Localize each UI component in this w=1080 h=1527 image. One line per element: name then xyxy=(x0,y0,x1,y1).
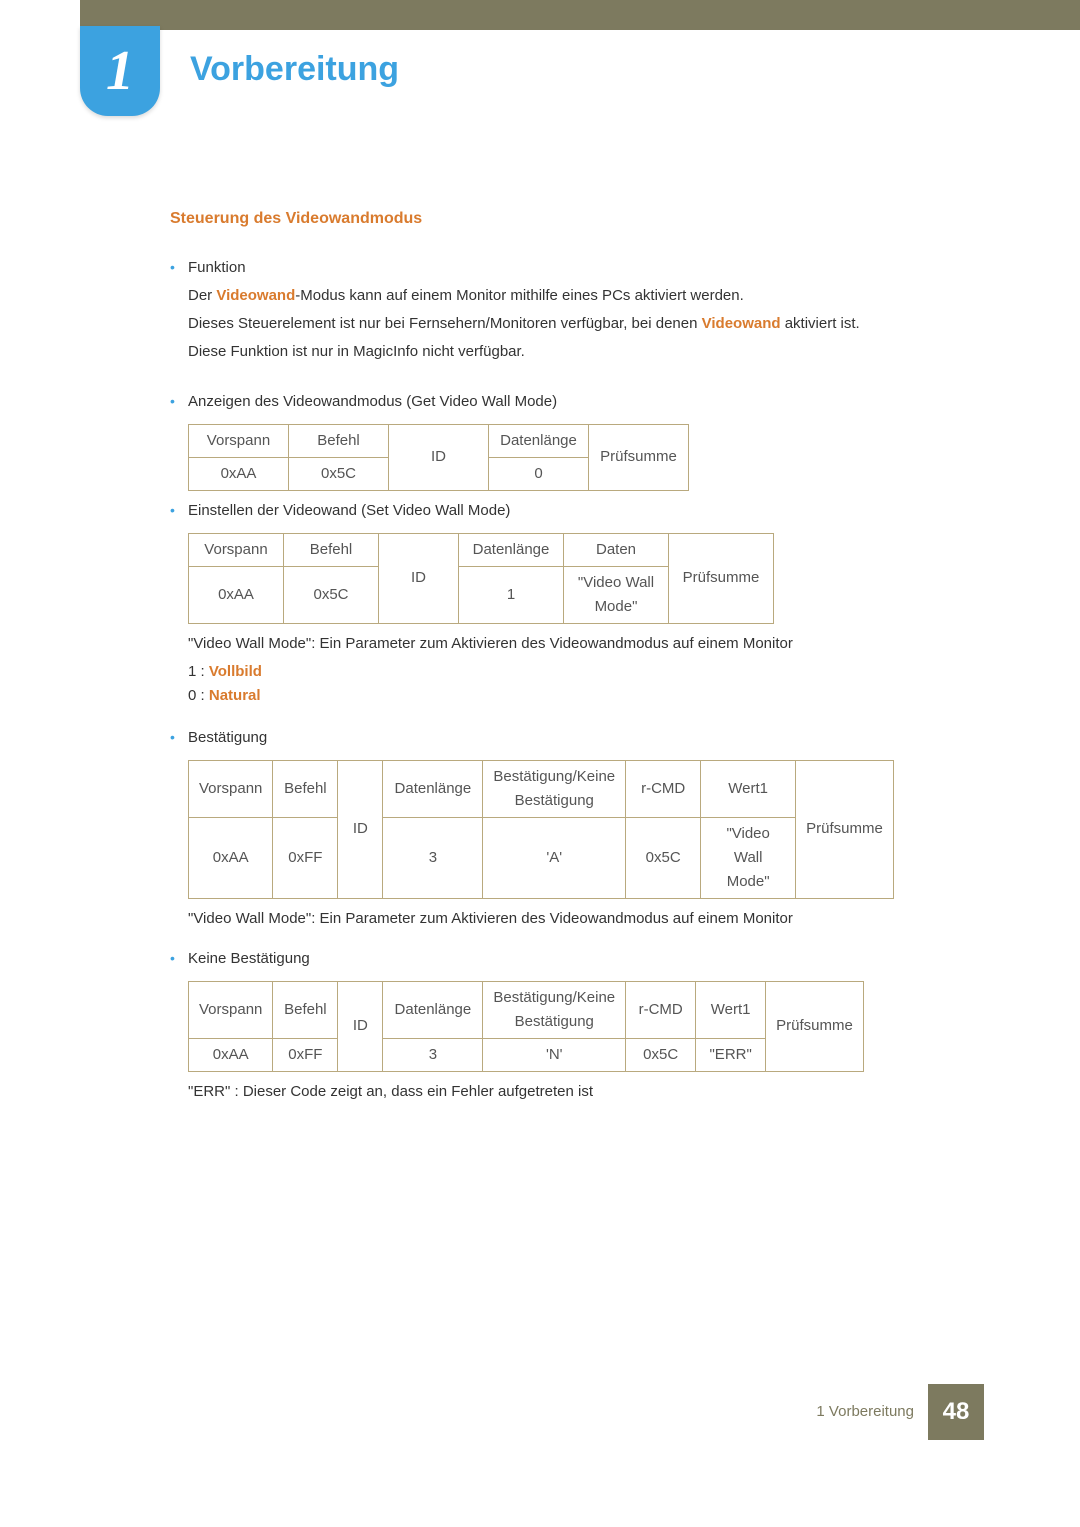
cell: 0xFF xyxy=(273,1038,338,1071)
cell: ID xyxy=(338,760,383,898)
cell: Datenlänge xyxy=(383,760,483,817)
get-mode-table: Vorspann Befehl ID Datenlänge Prüfsumme … xyxy=(188,424,689,491)
cell: 0xAA xyxy=(189,817,273,898)
cell: Datenlänge xyxy=(383,981,483,1038)
table-row: 0xAA 0xFF 3 'N' 0x5C "ERR" xyxy=(189,1038,864,1071)
set-mode-item: Einstellen der Videowand (Set Video Wall… xyxy=(188,499,960,708)
set-mode-label: Einstellen der Videowand (Set Video Wall… xyxy=(188,499,960,523)
funktion-line1: Der Videowand-Modus kann auf einem Monit… xyxy=(188,284,960,308)
cell: 'N' xyxy=(483,1038,626,1071)
cell: Bestätigung/Keine Bestätigung xyxy=(483,981,626,1038)
table-row: 0xAA 0xFF 3 'A' 0x5C "Video Wall Mode" xyxy=(189,817,894,898)
page-footer: 1 Vorbereitung 48 xyxy=(0,1384,1080,1440)
highlight-vollbild: Vollbild xyxy=(209,663,262,680)
section-title: Steuerung des Videowandmodus xyxy=(170,206,960,232)
funktion-label: Funktion xyxy=(188,256,960,280)
chapter-header: 1 Vorbereitung xyxy=(0,30,1080,116)
cell: 0x5C xyxy=(626,817,701,898)
cell: Befehl xyxy=(284,533,379,566)
cell: Datenlänge xyxy=(459,533,564,566)
text: Dieses Steuerelement ist nur bei Fernseh… xyxy=(188,315,702,332)
text: Der xyxy=(188,287,216,304)
table-row: Vorspann Befehl ID Datenlänge Daten Prüf… xyxy=(189,533,774,566)
footer-text: 1 Vorbereitung xyxy=(816,1403,914,1420)
highlight-videowand: Videowand xyxy=(702,315,781,332)
cell: 0xFF xyxy=(273,817,338,898)
funktion-line2: Dieses Steuerelement ist nur bei Fernseh… xyxy=(188,312,960,336)
top-bar xyxy=(80,0,1080,30)
cell: "Video Wall Mode" xyxy=(701,817,796,898)
nack-item: Keine Bestätigung Vorspann Befehl ID Dat… xyxy=(188,947,960,1104)
cell: Bestätigung/Keine Bestätigung xyxy=(483,760,626,817)
cell: 1 xyxy=(459,566,564,623)
cell: Prüfsumme xyxy=(669,533,774,623)
get-mode-label: Anzeigen des Videowandmodus (Get Video W… xyxy=(188,390,960,414)
cell: Befehl xyxy=(289,424,389,457)
cell: 0x5C xyxy=(626,1038,696,1071)
text: aktiviert ist. xyxy=(781,315,860,332)
table-row: Vorspann Befehl ID Datenlänge Bestätigun… xyxy=(189,760,894,817)
cell: Prüfsumme xyxy=(766,981,864,1071)
cell: Befehl xyxy=(273,981,338,1038)
ack-item: Bestätigung Vorspann Befehl ID Datenläng… xyxy=(188,726,960,931)
funktion-line3: Diese Funktion ist nur in MagicInfo nich… xyxy=(188,340,960,364)
cell: 0xAA xyxy=(189,457,289,490)
chapter-number: 1 xyxy=(106,39,134,103)
get-mode-item: Anzeigen des Videowandmodus (Get Video W… xyxy=(188,390,960,491)
cell: "Video Wall Mode" xyxy=(564,566,669,623)
set-mode-note: "Video Wall Mode": Ein Parameter zum Akt… xyxy=(188,632,960,656)
cell: Prüfsumme xyxy=(589,424,689,490)
highlight-videowand: Videowand xyxy=(216,287,295,304)
ack-note: "Video Wall Mode": Ein Parameter zum Akt… xyxy=(188,907,960,931)
page-content: Steuerung des Videowandmodus Funktion De… xyxy=(170,206,960,1104)
cell: Vorspann xyxy=(189,760,273,817)
nack-table: Vorspann Befehl ID Datenlänge Bestätigun… xyxy=(188,981,864,1072)
cell: ID xyxy=(379,533,459,623)
text: -Modus kann auf einem Monitor mithilfe e… xyxy=(295,287,744,304)
nack-note: "ERR" : Dieser Code zeigt an, dass ein F… xyxy=(188,1080,960,1104)
cell: 3 xyxy=(383,1038,483,1071)
chapter-badge: 1 xyxy=(80,26,160,116)
cell: Datenlänge xyxy=(489,424,589,457)
cell: Prüfsumme xyxy=(796,760,894,898)
text: 0 : xyxy=(188,687,209,704)
value-line-0: 0 : Natural xyxy=(188,684,960,708)
cell: 3 xyxy=(383,817,483,898)
nack-label: Keine Bestätigung xyxy=(188,947,960,971)
cell: ID xyxy=(389,424,489,490)
cell: ID xyxy=(338,981,383,1071)
cell: Befehl xyxy=(273,760,338,817)
cell: Vorspann xyxy=(189,981,273,1038)
footer-page-number: 48 xyxy=(928,1384,984,1440)
cell: 0xAA xyxy=(189,566,284,623)
table-row: Vorspann Befehl ID Datenlänge Prüfsumme xyxy=(189,424,689,457)
cell: Vorspann xyxy=(189,533,284,566)
cell: "ERR" xyxy=(696,1038,766,1071)
cell: Vorspann xyxy=(189,424,289,457)
cell: 'A' xyxy=(483,817,626,898)
cell: r-CMD xyxy=(626,981,696,1038)
chapter-title: Vorbereitung xyxy=(190,50,399,89)
value-line-1: 1 : Vollbild xyxy=(188,660,960,684)
cell: 0x5C xyxy=(289,457,389,490)
cell: Wert1 xyxy=(701,760,796,817)
cell: Wert1 xyxy=(696,981,766,1038)
ack-table: Vorspann Befehl ID Datenlänge Bestätigun… xyxy=(188,760,894,899)
highlight-natural: Natural xyxy=(209,687,261,704)
ack-label: Bestätigung xyxy=(188,726,960,750)
cell: 0xAA xyxy=(189,1038,273,1071)
funktion-item: Funktion Der Videowand-Modus kann auf ei… xyxy=(188,256,960,364)
set-mode-table: Vorspann Befehl ID Datenlänge Daten Prüf… xyxy=(188,533,774,624)
cell: 0x5C xyxy=(284,566,379,623)
cell: 0 xyxy=(489,457,589,490)
table-row: Vorspann Befehl ID Datenlänge Bestätigun… xyxy=(189,981,864,1038)
cell: r-CMD xyxy=(626,760,701,817)
cell: Daten xyxy=(564,533,669,566)
text: 1 : xyxy=(188,663,209,680)
